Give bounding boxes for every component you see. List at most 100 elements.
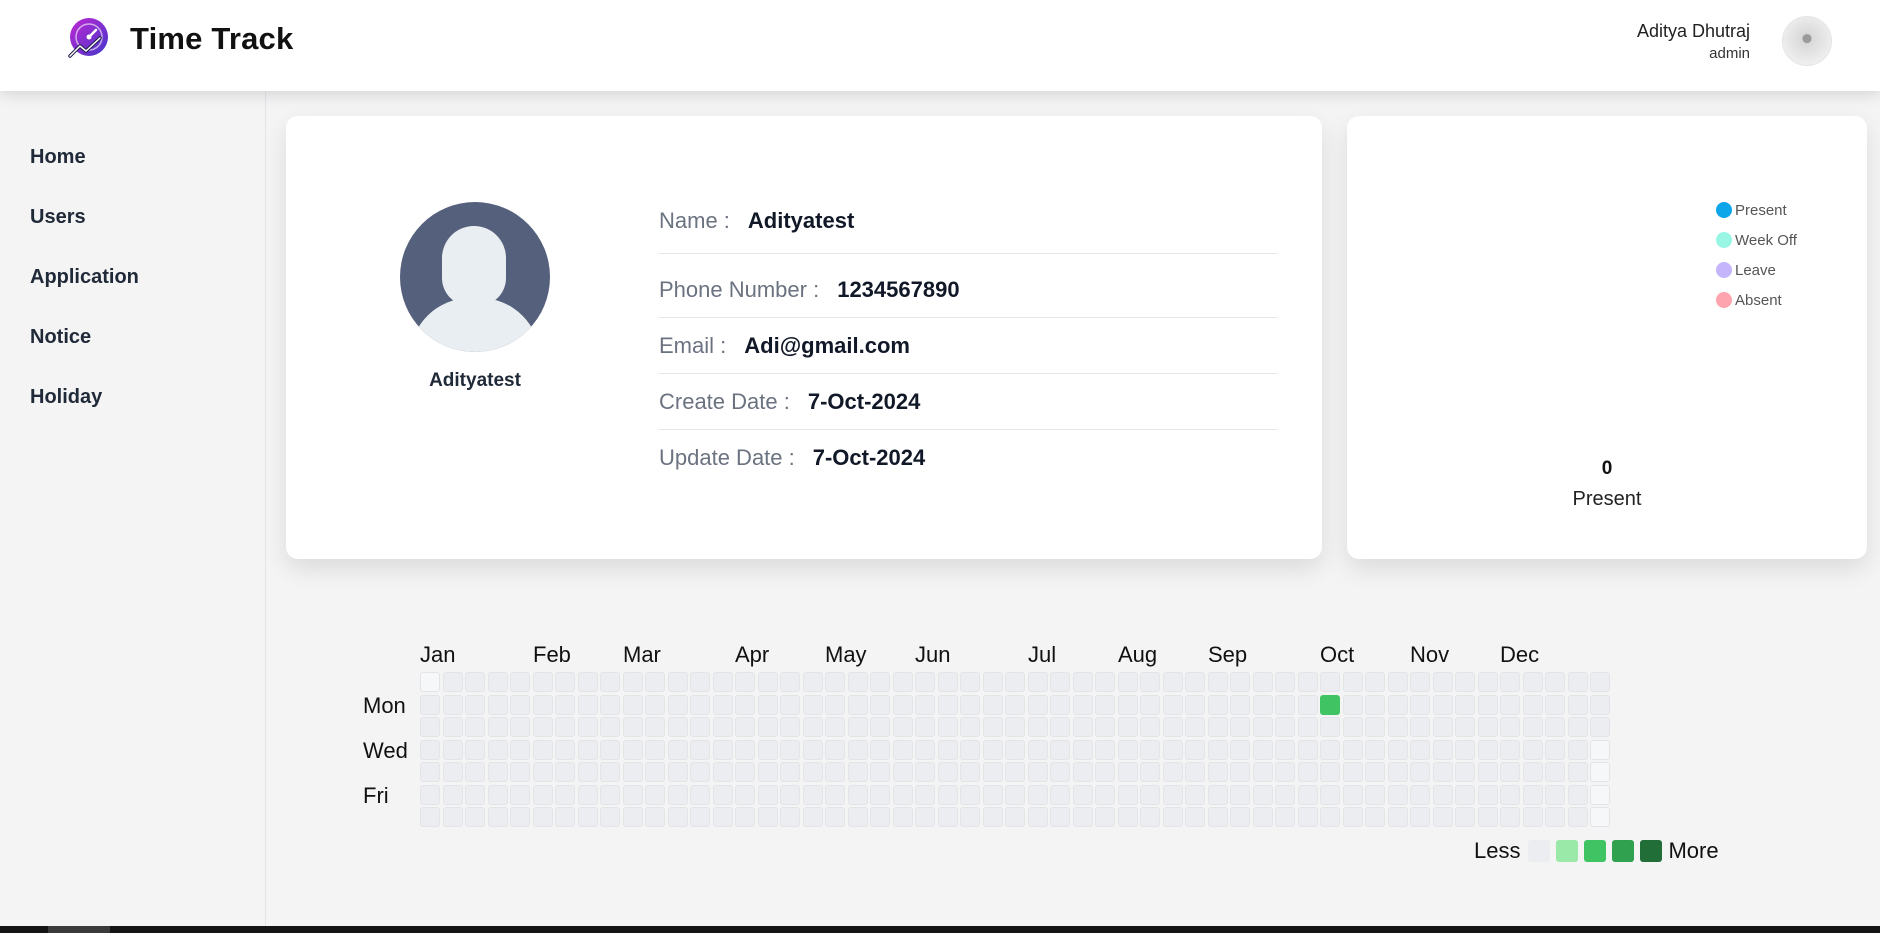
heatmap-cell[interactable] — [1027, 672, 1048, 692]
heatmap-cell[interactable] — [1162, 762, 1183, 782]
heatmap-cell[interactable] — [1095, 784, 1115, 805]
heatmap-cell[interactable] — [1185, 672, 1205, 692]
heatmap-cell[interactable] — [600, 784, 620, 805]
heatmap-cell[interactable] — [1027, 784, 1048, 805]
heatmap-cell[interactable] — [1162, 672, 1183, 692]
heatmap-cell[interactable] — [1252, 807, 1273, 827]
heatmap-cell[interactable] — [622, 784, 643, 805]
heatmap-cell[interactable] — [667, 694, 688, 715]
heatmap-cell[interactable] — [1410, 717, 1430, 737]
heatmap-cell[interactable] — [1590, 694, 1610, 715]
heatmap-cell[interactable] — [577, 739, 598, 760]
heatmap-cell[interactable] — [915, 739, 935, 760]
heatmap-cell[interactable] — [442, 672, 463, 692]
heatmap-cell[interactable] — [1432, 694, 1453, 715]
sidebar-item-home[interactable]: Home — [30, 146, 86, 169]
heatmap-cell[interactable] — [1477, 807, 1498, 827]
heatmap-cell[interactable] — [532, 672, 553, 692]
heatmap-cell[interactable] — [622, 739, 643, 760]
heatmap-cell[interactable] — [1522, 672, 1543, 692]
heatmap-cell[interactable] — [577, 807, 598, 827]
legend-item-absent[interactable]: Absent — [1716, 285, 1797, 315]
heatmap-cell[interactable] — [1590, 717, 1610, 737]
heatmap-cell[interactable] — [1297, 694, 1318, 715]
heatmap-cell[interactable] — [690, 672, 710, 692]
heatmap-cell[interactable] — [1117, 807, 1138, 827]
heatmap-cell[interactable] — [1050, 739, 1070, 760]
heatmap-cell[interactable] — [847, 694, 868, 715]
heatmap-cell[interactable] — [825, 694, 845, 715]
heatmap-cell[interactable] — [1387, 694, 1408, 715]
heatmap-cell[interactable] — [1252, 784, 1273, 805]
heatmap-cell[interactable] — [645, 807, 665, 827]
heatmap-cell[interactable] — [667, 672, 688, 692]
heatmap-cell[interactable] — [1027, 717, 1048, 737]
heatmap-cell[interactable] — [1095, 739, 1115, 760]
heatmap-cell[interactable] — [667, 739, 688, 760]
heatmap-cell[interactable] — [690, 739, 710, 760]
heatmap-cell[interactable] — [825, 762, 845, 782]
heatmap-cell[interactable] — [1185, 762, 1205, 782]
heatmap-cell[interactable] — [1027, 807, 1048, 827]
heatmap-cell[interactable] — [1410, 807, 1430, 827]
heatmap-cell[interactable] — [915, 784, 935, 805]
heatmap-cell[interactable] — [1590, 807, 1610, 827]
heatmap-cell[interactable] — [735, 672, 755, 692]
heatmap-cell[interactable] — [802, 672, 823, 692]
heatmap-cell[interactable] — [915, 762, 935, 782]
heatmap-cell[interactable] — [1275, 694, 1295, 715]
heatmap-cell[interactable] — [1522, 784, 1543, 805]
heatmap-cell[interactable] — [1387, 762, 1408, 782]
heatmap-cell[interactable] — [757, 694, 778, 715]
legend-item-present[interactable]: Present — [1716, 195, 1797, 225]
sidebar-item-notice[interactable]: Notice — [30, 326, 91, 349]
heatmap-cell[interactable] — [1005, 762, 1025, 782]
heatmap-cell[interactable] — [1252, 694, 1273, 715]
heatmap-cell[interactable] — [1027, 762, 1048, 782]
heatmap-cell[interactable] — [1185, 717, 1205, 737]
heatmap-cell[interactable] — [757, 672, 778, 692]
heatmap-cell[interactable] — [1207, 717, 1228, 737]
heatmap-cell[interactable] — [1297, 807, 1318, 827]
heatmap-cell[interactable] — [1455, 694, 1475, 715]
heatmap-cell[interactable] — [712, 672, 733, 692]
heatmap-cell[interactable] — [1140, 784, 1160, 805]
heatmap-cell[interactable] — [1387, 807, 1408, 827]
heatmap-cell[interactable] — [1365, 717, 1385, 737]
heatmap-cell[interactable] — [1320, 784, 1340, 805]
user-info[interactable]: Aditya Dhutraj admin — [1637, 21, 1750, 62]
heatmap-cell[interactable] — [1162, 784, 1183, 805]
heatmap-cell[interactable] — [1342, 672, 1363, 692]
heatmap-cell[interactable] — [487, 672, 508, 692]
heatmap-cell[interactable] — [690, 762, 710, 782]
heatmap-cell[interactable] — [532, 807, 553, 827]
heatmap-cell[interactable] — [1455, 717, 1475, 737]
heatmap-cell[interactable] — [1500, 739, 1520, 760]
heatmap-cell[interactable] — [442, 807, 463, 827]
heatmap-cell[interactable] — [1050, 807, 1070, 827]
heatmap-cell[interactable] — [690, 717, 710, 737]
heatmap-cell[interactable] — [1072, 807, 1093, 827]
heatmap-cell[interactable] — [420, 762, 440, 782]
heatmap-cell[interactable] — [982, 784, 1003, 805]
heatmap-cell[interactable] — [1522, 717, 1543, 737]
heatmap-cell[interactable] — [1050, 784, 1070, 805]
heatmap-cell[interactable] — [1207, 807, 1228, 827]
heatmap-cell[interactable] — [1230, 672, 1250, 692]
heatmap-cell[interactable] — [1140, 807, 1160, 827]
heatmap-cell[interactable] — [1297, 784, 1318, 805]
heatmap-cell[interactable] — [802, 717, 823, 737]
heatmap-cell[interactable] — [1207, 784, 1228, 805]
heatmap-cell[interactable] — [645, 672, 665, 692]
heatmap-cell[interactable] — [1252, 672, 1273, 692]
heatmap-cell[interactable] — [1050, 762, 1070, 782]
heatmap-cell[interactable] — [847, 784, 868, 805]
heatmap-cell[interactable] — [825, 784, 845, 805]
heatmap-cell[interactable] — [1410, 672, 1430, 692]
heatmap-cell[interactable] — [1477, 784, 1498, 805]
heatmap-cell[interactable] — [1005, 807, 1025, 827]
heatmap-cell[interactable] — [825, 739, 845, 760]
heatmap-cell[interactable] — [1072, 694, 1093, 715]
heatmap-cell[interactable] — [532, 717, 553, 737]
heatmap-cell[interactable] — [1387, 784, 1408, 805]
